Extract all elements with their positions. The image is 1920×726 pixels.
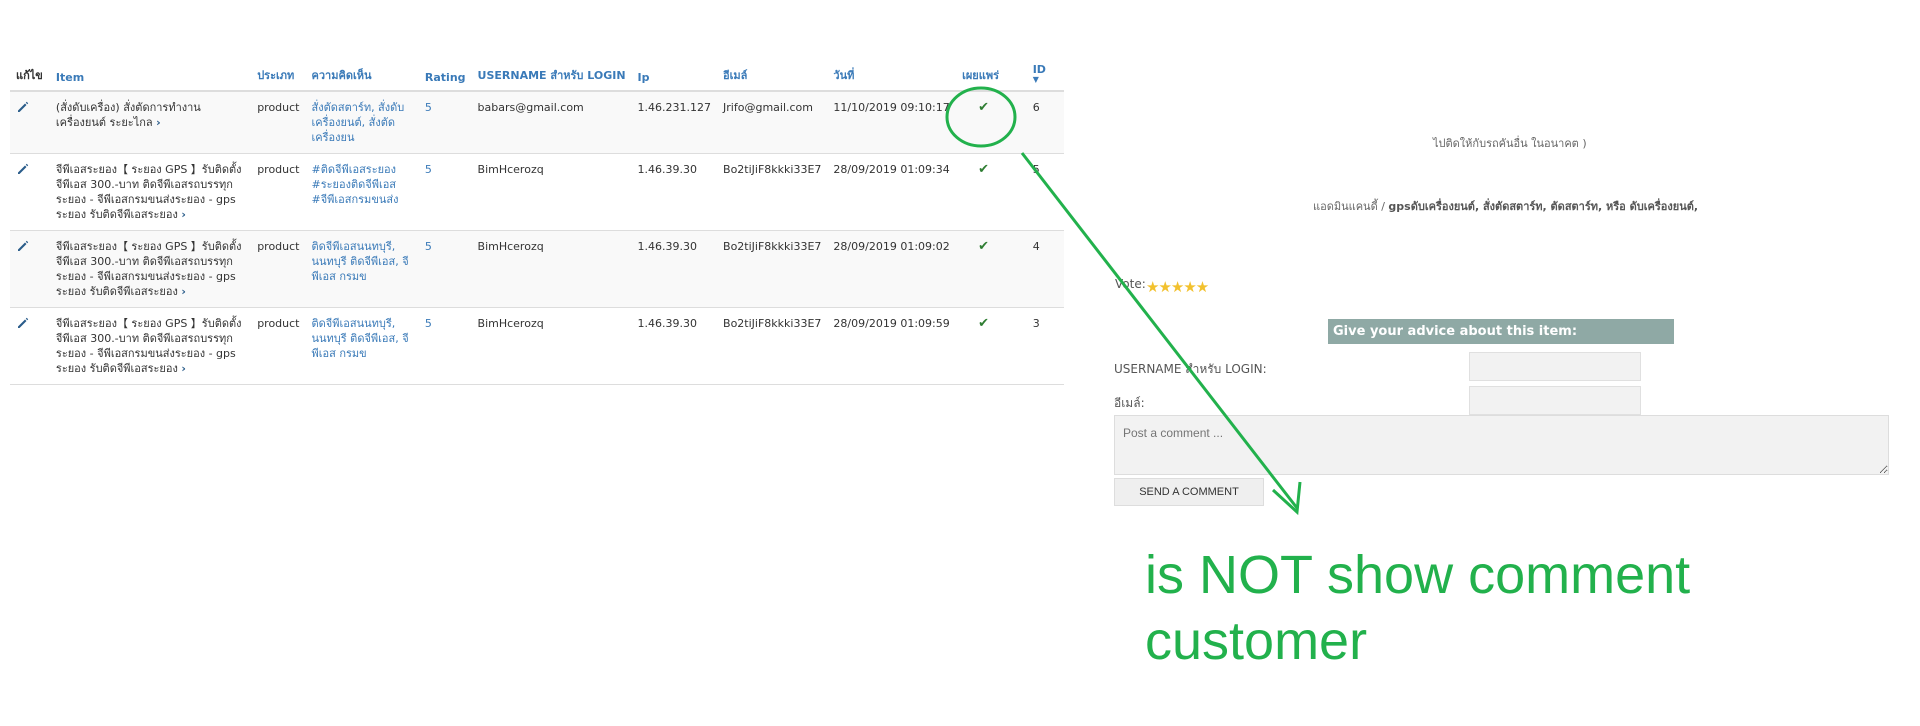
- col-header-email[interactable]: อีเมล์: [717, 54, 828, 92]
- article-snippet-2-keywords: gpsดับเครื่องยนต์, สั่งตัดสตาร์ท, ตัดสตา…: [1388, 200, 1699, 213]
- col-header-ip[interactable]: Ip: [631, 54, 718, 92]
- comment-textarea[interactable]: [1114, 415, 1889, 475]
- type-cell: product: [251, 307, 306, 385]
- sort-desc-icon: ▼: [1032, 75, 1039, 84]
- date-cell: 28/09/2019 01:09:34: [827, 153, 957, 231]
- id-cell: 6: [1026, 91, 1064, 154]
- annotation-note: is NOT show comment customer: [1145, 545, 1691, 671]
- username-cell: BimHcerozq: [471, 230, 632, 308]
- check-icon[interactable]: ✔: [962, 316, 989, 331]
- id-cell: 5: [1026, 153, 1064, 231]
- comment-form-header: Give your advice about this item:: [1328, 319, 1674, 344]
- chevron-right-icon[interactable]: ›: [156, 116, 161, 129]
- item-title: จีพีเอสระยอง【 ระยอง GPS 】รับติดตั้ง จีพี…: [55, 163, 242, 221]
- check-icon[interactable]: ✔: [962, 100, 989, 115]
- star-rating-icon[interactable]: ★★★★★: [1146, 278, 1209, 296]
- type-cell: product: [251, 91, 306, 154]
- id-cell: 4: [1026, 230, 1064, 308]
- col-header-edit: แก้ไข: [10, 54, 50, 92]
- rating-cell: 5: [418, 230, 472, 308]
- pencil-icon[interactable]: [16, 316, 30, 330]
- email-cell: Bo2tiJiF8kkki33E7: [717, 230, 828, 308]
- vote-label: Vote:: [1115, 277, 1146, 291]
- col-header-comment[interactable]: ความคิดเห็น: [305, 54, 419, 92]
- item-title: จีพีเอสระยอง【 ระยอง GPS 】รับติดตั้ง จีพี…: [55, 240, 242, 298]
- username-cell: BimHcerozq: [471, 153, 632, 231]
- date-cell: 11/10/2019 09:10:17: [827, 91, 957, 154]
- edit-cell: [10, 230, 50, 308]
- ip-cell: 1.46.39.30: [631, 307, 718, 385]
- pencil-icon[interactable]: [16, 162, 30, 176]
- comment-cell[interactable]: ติดจีพีเอสนนทบุรี, นนทบุรี ติดจีพีเอส, จ…: [305, 307, 419, 385]
- type-cell: product: [251, 230, 306, 308]
- col-header-username[interactable]: USERNAME สำหรับ LOGIN: [471, 54, 632, 92]
- rating-cell: 5: [418, 307, 472, 385]
- id-cell: 3: [1026, 307, 1064, 385]
- check-icon[interactable]: ✔: [962, 162, 989, 177]
- chevron-right-icon[interactable]: ›: [181, 362, 186, 375]
- comment-cell[interactable]: สั่งตัดสตาร์ท, สั่งดับ เครื่องยนต์, สั่ง…: [305, 91, 419, 154]
- send-comment-button[interactable]: SEND A COMMENT: [1114, 478, 1264, 506]
- table-row: (สั่งดับเครื่อง) สั่งตัดการทำงานเครื่องย…: [10, 91, 1064, 154]
- date-cell: 28/09/2019 01:09:59: [827, 307, 957, 385]
- published-cell: ✔: [956, 230, 1027, 308]
- comments-table: แก้ไข Item ประเภท ความคิดเห็น Rating USE…: [10, 54, 1064, 385]
- table-row: จีพีเอสระยอง【 ระยอง GPS 】รับติดตั้ง จีพี…: [10, 307, 1064, 385]
- email-input[interactable]: [1469, 386, 1641, 415]
- col-header-published[interactable]: เผยแพร่: [956, 54, 1027, 92]
- date-cell: 28/09/2019 01:09:02: [827, 230, 957, 308]
- rating-cell: 5: [418, 153, 472, 231]
- username-input[interactable]: [1469, 352, 1641, 381]
- chevron-right-icon[interactable]: ›: [181, 208, 186, 221]
- table-row: จีพีเอสระยอง【 ระยอง GPS 】รับติดตั้ง จีพี…: [10, 153, 1064, 231]
- published-cell: ✔: [956, 307, 1027, 385]
- ip-cell: 1.46.231.127: [631, 91, 718, 154]
- ip-cell: 1.46.39.30: [631, 230, 718, 308]
- col-header-id[interactable]: ID ▼: [1026, 54, 1064, 92]
- edit-cell: [10, 307, 50, 385]
- username-cell: babars@gmail.com: [471, 91, 632, 154]
- col-header-date[interactable]: วันที่: [827, 54, 957, 92]
- published-cell: ✔: [956, 91, 1027, 154]
- item-cell: (สั่งดับเครื่อง) สั่งตัดการทำงานเครื่องย…: [49, 91, 252, 154]
- check-icon[interactable]: ✔: [962, 239, 989, 254]
- type-cell: product: [251, 153, 306, 231]
- edit-cell: [10, 91, 50, 154]
- chevron-right-icon[interactable]: ›: [181, 285, 186, 298]
- table-row: จีพีเอสระยอง【 ระยอง GPS 】รับติดตั้ง จีพี…: [10, 230, 1064, 308]
- email-cell: Bo2tiJiF8kkki33E7: [717, 153, 828, 231]
- col-header-type[interactable]: ประเภท: [251, 54, 306, 92]
- col-header-rating[interactable]: Rating: [418, 54, 472, 92]
- comment-cell[interactable]: ติดจีพีเอสนนทบุรี, นนทบุรี ติดจีพีเอส, จ…: [305, 230, 419, 308]
- pencil-icon[interactable]: [16, 239, 30, 253]
- email-cell: Bo2tiJiF8kkki33E7: [717, 307, 828, 385]
- item-title: จีพีเอสระยอง【 ระยอง GPS 】รับติดตั้ง จีพี…: [55, 317, 242, 375]
- item-cell: จีพีเอสระยอง【 ระยอง GPS 】รับติดตั้ง จีพี…: [49, 153, 252, 231]
- article-snippet-2-prefix: แอดมินแคนดี้ /: [1313, 200, 1389, 213]
- pencil-icon[interactable]: [16, 100, 30, 114]
- annotation-arrow-head-icon: [1271, 481, 1302, 516]
- item-cell: จีพีเอสระยอง【 ระยอง GPS 】รับติดตั้ง จีพี…: [49, 230, 252, 308]
- published-cell: ✔: [956, 153, 1027, 231]
- edit-cell: [10, 153, 50, 231]
- item-cell: จีพีเอสระยอง【 ระยอง GPS 】รับติดตั้ง จีพี…: [49, 307, 252, 385]
- item-title: (สั่งดับเครื่อง) สั่งตัดการทำงานเครื่องย…: [55, 101, 201, 129]
- ip-cell: 1.46.39.30: [631, 153, 718, 231]
- comment-cell[interactable]: #ติดจีพีเอสระยอง #ระยองติดจีพีเอส #จีพีเ…: [305, 153, 419, 231]
- article-snippet-2: แอดมินแคนดี้ / gpsดับเครื่องยนต์, สั่งตั…: [1313, 197, 1698, 215]
- table-header-row: แก้ไข Item ประเภท ความคิดเห็น Rating USE…: [10, 54, 1064, 92]
- col-header-item[interactable]: Item: [49, 54, 252, 92]
- rating-cell: 5: [418, 91, 472, 154]
- username-label: USERNAME สำหรับ LOGIN:: [1114, 362, 1267, 376]
- email-label: อีเมล์:: [1114, 396, 1145, 410]
- email-cell: Jrifo@gmail.com: [717, 91, 828, 154]
- username-cell: BimHcerozq: [471, 307, 632, 385]
- article-snippet-1: ไปติดให้กับรถคันอื่น ในอนาคต ): [1433, 137, 1587, 150]
